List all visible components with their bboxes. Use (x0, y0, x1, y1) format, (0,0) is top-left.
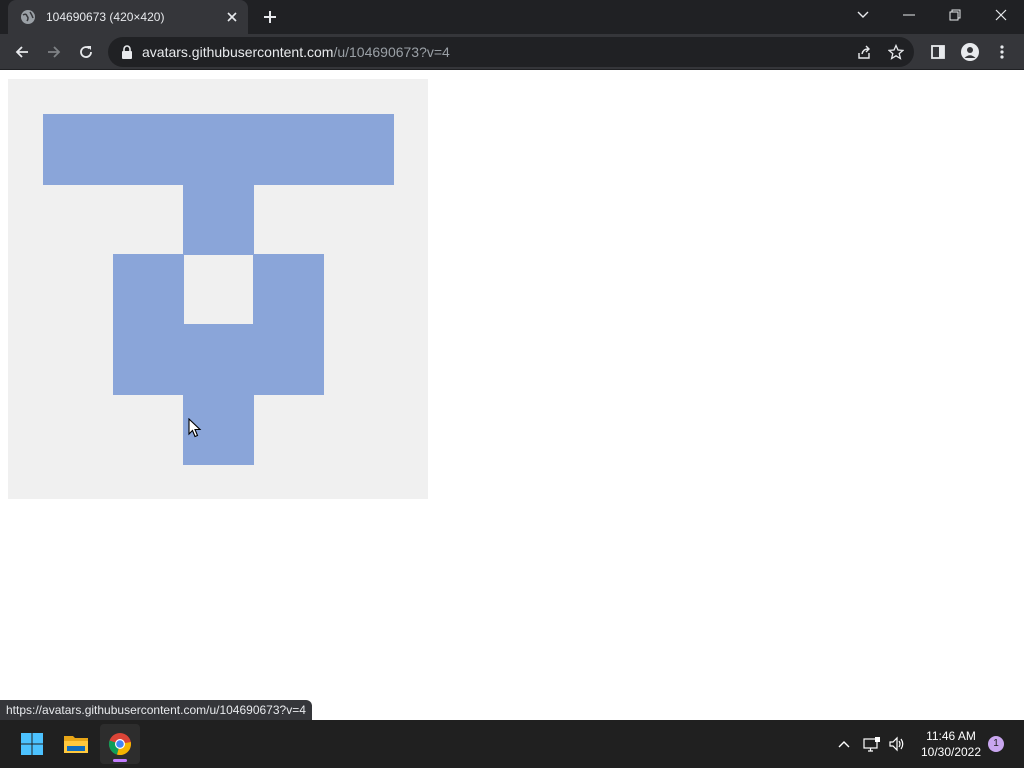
network-button[interactable] (862, 734, 882, 754)
identicon-cell (183, 184, 254, 255)
identicon-cell (253, 324, 324, 395)
back-button[interactable] (8, 38, 36, 66)
identicon-cell (253, 254, 324, 325)
tab-title: 104690673 (420×420) (46, 10, 165, 24)
forward-button[interactable] (40, 38, 68, 66)
arrow-right-icon (48, 46, 61, 58)
share-icon[interactable] (854, 42, 874, 62)
identicon-cell (43, 114, 114, 185)
clock-date: 10/30/2022 (920, 745, 982, 759)
restore-icon (949, 9, 961, 21)
chevron-down-icon (857, 11, 869, 18)
close-icon (995, 9, 1007, 21)
arrow-left-icon (15, 46, 28, 58)
minimize-button[interactable] (886, 0, 932, 30)
identicon-cell (183, 114, 254, 185)
reload-button[interactable] (72, 38, 100, 66)
plus-icon (264, 11, 276, 23)
mouse-cursor-icon (188, 418, 202, 438)
profile-icon (961, 43, 979, 61)
side-panel-button[interactable] (924, 38, 952, 66)
globe-icon (20, 9, 36, 25)
tab-close-icon[interactable] (222, 7, 242, 27)
minimize-icon (903, 14, 915, 16)
avatar-image (8, 79, 428, 499)
identicon-cell (183, 324, 254, 395)
show-hidden-icons-button[interactable] (834, 734, 854, 754)
file-explorer-button[interactable] (56, 724, 96, 764)
new-tab-button[interactable] (258, 5, 282, 29)
network-icon (863, 737, 880, 752)
screen: 104690673 (420×420) avatars.githubuserco… (0, 0, 1024, 768)
url-host: avatars.githubusercontent.com (142, 44, 334, 60)
file-explorer-icon (64, 736, 88, 753)
url-text: avatars.githubusercontent.com/u/10469067… (142, 44, 450, 60)
side-panel-icon (931, 45, 945, 59)
identicon-cell (323, 114, 394, 185)
active-app-indicator (113, 759, 127, 762)
identicon-cell (113, 254, 184, 325)
lock-icon[interactable] (120, 45, 134, 59)
restore-button[interactable] (932, 0, 978, 30)
reload-icon (80, 46, 92, 58)
clock-time: 11:46 AM (926, 729, 976, 743)
tab-search-button[interactable] (840, 0, 886, 30)
kebab-menu-icon (1000, 45, 1004, 59)
volume-icon (889, 736, 904, 752)
chrome-button[interactable] (100, 724, 140, 764)
start-icon (21, 733, 43, 755)
profile-button[interactable] (956, 38, 984, 66)
address-bar[interactable]: avatars.githubusercontent.com/u/10469067… (108, 37, 914, 67)
identicon-cell (113, 114, 184, 185)
identicon-cell (253, 114, 324, 185)
browser-toolbar: avatars.githubusercontent.com/u/10469067… (0, 34, 1024, 70)
notification-badge[interactable]: 1 (988, 736, 1004, 752)
identicon-cell (113, 324, 184, 395)
menu-button[interactable] (988, 38, 1016, 66)
start-button[interactable] (12, 724, 52, 764)
taskbar: 11:46 AM 10/30/2022 (0, 720, 1024, 768)
close-window-button[interactable] (978, 0, 1024, 30)
tab-active[interactable]: 104690673 (420×420) (8, 0, 248, 34)
clock[interactable]: 11:46 AM 10/30/2022 (912, 728, 990, 760)
tab-strip: 104690673 (420×420) (0, 0, 1024, 34)
status-bubble-url: https://avatars.githubusercontent.com/u/… (0, 700, 312, 720)
bookmark-star-icon[interactable] (886, 42, 906, 62)
chevron-up-icon (838, 741, 850, 748)
chrome-icon (108, 733, 131, 756)
page-content (0, 70, 1024, 720)
url-path: /u/104690673?v=4 (333, 44, 450, 60)
volume-button[interactable] (887, 734, 907, 754)
